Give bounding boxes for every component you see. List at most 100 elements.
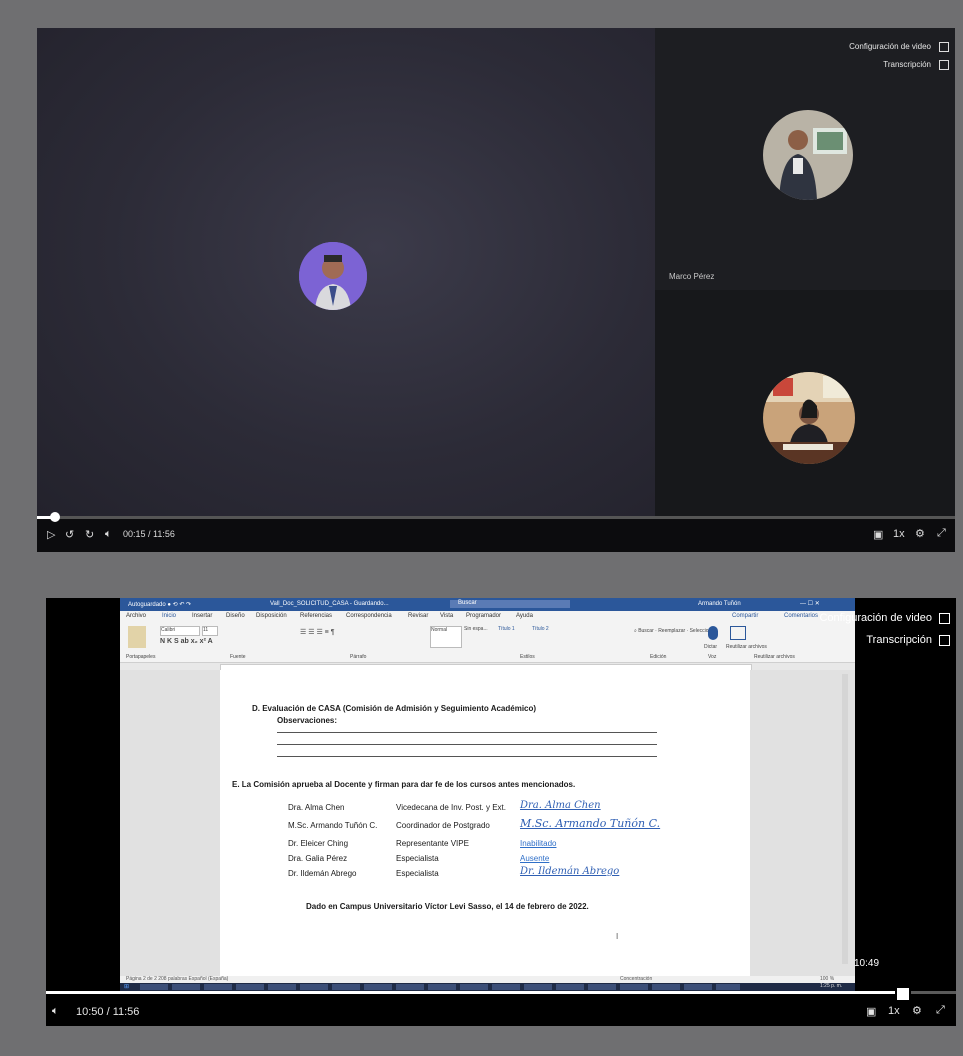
volume-icon[interactable]: 🔈︎ [52,1005,59,1018]
style-no-spacing-label: Sin espa... [464,626,488,632]
settings-gear-icon[interactable]: ⚙ [915,527,925,540]
word-titlebar: Autoguardado ● ⟲ ↶ ↷ Vall_Doc_SOLICITUD_… [120,598,855,611]
style-heading-1-label: Título 1 [498,626,515,632]
observation-line-2 [277,744,657,745]
tab-inicio[interactable]: Inicio [162,613,176,619]
captions-icon[interactable]: ▣ [873,528,883,541]
windows-start-icon[interactable]: ⊞ [124,983,129,990]
status-inabilitado-link[interactable]: Inabilitado [520,839,556,848]
tab-diseno[interactable]: Diseño [226,613,245,619]
observation-line-3 [277,756,657,757]
participant-1-name: Marco Pérez [669,272,715,281]
tab-programador[interactable]: Programador [466,613,501,619]
bottom-progress-track[interactable] [46,986,956,1002]
paragraph-buttons[interactable]: ☰ ☰ ☰ ≡ ¶ [300,628,334,636]
play-icon[interactable]: ▷ [47,528,55,541]
transcription-icon[interactable] [939,60,949,70]
bottom-player-controls: 🔈︎ 10:50 / 11:56 ▣ 1x ⚙ ⤢ [46,986,956,1026]
top-video-player[interactable]: Configuración de video Transcripción Mar… [37,28,955,552]
video-settings-icon[interactable] [939,42,949,52]
word-ribbon-tabs: Archivo Inicio Insertar Diseño Disposici… [120,611,855,622]
document-canvas: D. Evaluación de CASA (Comisión de Admis… [120,670,855,976]
share-button[interactable]: Compartir [732,613,758,619]
style-no-spacing[interactable]: Sin espa... [464,626,494,646]
microphone-icon[interactable] [708,626,718,640]
video-settings-icon[interactable] [939,613,950,624]
signatory-name: M.Sc. Armando Tuñón C. [288,821,378,830]
transcription-icon[interactable] [939,635,950,646]
text-cursor-icon: I [616,932,619,941]
hover-time-tooltip: 10:49 [854,958,880,969]
bottom-video-player[interactable]: Autoguardado ● ⟲ ↶ ↷ Vall_Doc_SOLICITUD_… [46,598,956,1026]
transcription-menu-item[interactable]: Transcripción [883,60,931,69]
status-ausente-link[interactable]: Ausente [520,854,549,863]
font-size-select[interactable]: 11 [202,626,218,636]
tab-vista[interactable]: Vista [440,613,453,619]
transcription-menu-item[interactable]: Transcripción [866,634,932,646]
tab-correspondencia[interactable]: Correspondencia [346,613,392,619]
word-user-name[interactable]: Armando Tuñón [698,601,741,607]
comments-button[interactable]: Comentarios [784,613,818,619]
participant-2-avatar [763,372,855,464]
style-normal[interactable]: Normal [430,626,462,648]
fullscreen-icon[interactable]: ⤢ [936,1004,945,1017]
tab-revisar[interactable]: Revisar [408,613,428,619]
video-settings-menu-item[interactable]: Configuración de video [849,42,931,51]
signature-1: Dra. Alma Chen [520,800,601,811]
font-format-buttons[interactable]: N K S ab x₂ x² A [160,638,213,645]
signature-2: M.Sc. Armando Tuñón C. [520,817,661,830]
video-options-menu: Configuración de video Transcripción [818,608,956,668]
word-search-box[interactable]: Buscar [450,600,570,608]
playback-speed-button[interactable]: 1x [888,1005,900,1017]
signature-5: Dr. Ildemán Abrego [520,866,620,877]
video-settings-menu-item[interactable]: Configuración de video [819,612,932,624]
settings-gear-icon[interactable]: ⚙ [912,1004,922,1017]
dictate-label: Dictar [704,644,718,650]
forward-10-icon[interactable]: ↻ [85,528,94,541]
signatory-name: Dra. Alma Chen [288,803,345,812]
tab-referencias[interactable]: Referencias [300,613,332,619]
group-label-editing: Edición [650,654,667,660]
tab-disposicion[interactable]: Disposición [256,613,287,619]
reuse-files-icon[interactable] [730,626,746,640]
main-speaker-avatar [299,242,367,310]
top-player-controls: ▷ ↺ ↻ 🔈︎ 00:15 / 11:56 ▣ 1x ⚙ ⤢ [37,512,955,552]
windows-taskbar: ⊞ 1:25 p. m. [120,983,855,991]
group-label-paragraph: Párrafo [350,654,367,660]
rewind-10-icon[interactable]: ↺ [65,528,74,541]
signatory-role: Especialista [396,869,439,878]
signatory-role: Especialista [396,854,439,863]
volume-icon[interactable]: 🔈︎ [105,528,112,541]
bottom-progress-thumb[interactable] [895,986,912,1002]
status-left-info: Página 2 de 2 208 palabras Español (Espa… [126,976,229,982]
taskbar-apps[interactable] [140,984,740,990]
autosave-label: Autoguardado ● ⟲ ↶ ↷ [128,602,192,608]
participant-1-avatar [763,110,853,200]
font-name-select[interactable]: Calibri [160,626,200,636]
style-heading-2[interactable]: Título 2 [532,626,562,646]
tab-ayuda[interactable]: Ayuda [516,613,533,619]
playback-speed-button[interactable]: 1x [893,528,905,540]
tab-archivo[interactable]: Archivo [126,613,146,619]
word-ribbon: Calibri 11 N K S ab x₂ x² A ☰ ☰ ☰ ≡ ¶ No… [120,622,855,663]
document-footer-text: Dado en Campus Universitario Víctor Levi… [306,902,589,911]
document-page[interactable]: D. Evaluación de CASA (Comisión de Admis… [220,670,750,976]
captions-icon[interactable]: ▣ [866,1005,876,1018]
top-progress-thumb[interactable] [50,512,61,522]
participant-tile-1: Configuración de video Transcripción Mar… [655,28,955,290]
style-heading-1[interactable]: Título 1 [498,626,528,646]
section-e-title: E. La Comisión aprueba al Docente y firm… [232,780,576,789]
word-statusbar: Página 2 de 2 208 palabras Español (Espa… [120,976,855,983]
document-title: Vall_Doc_SOLICITUD_CASA - Guardando... [270,601,389,607]
tab-insertar[interactable]: Insertar [192,613,212,619]
zoom-level[interactable]: 100 % [820,976,834,982]
focus-mode-button[interactable]: Concentración [620,976,652,982]
group-label-styles: Estilos [520,654,535,660]
bottom-progress-fill [46,991,902,994]
find-replace-buttons[interactable]: ⌕ Buscar · Reemplazar · Seleccionar [634,628,716,634]
fullscreen-icon[interactable]: ⤢ [937,527,946,540]
window-controls[interactable]: — ☐ ✕ [800,600,820,607]
top-progress-track[interactable] [37,512,955,522]
paste-icon[interactable] [128,626,146,648]
vertical-scrollbar[interactable] [842,674,848,964]
